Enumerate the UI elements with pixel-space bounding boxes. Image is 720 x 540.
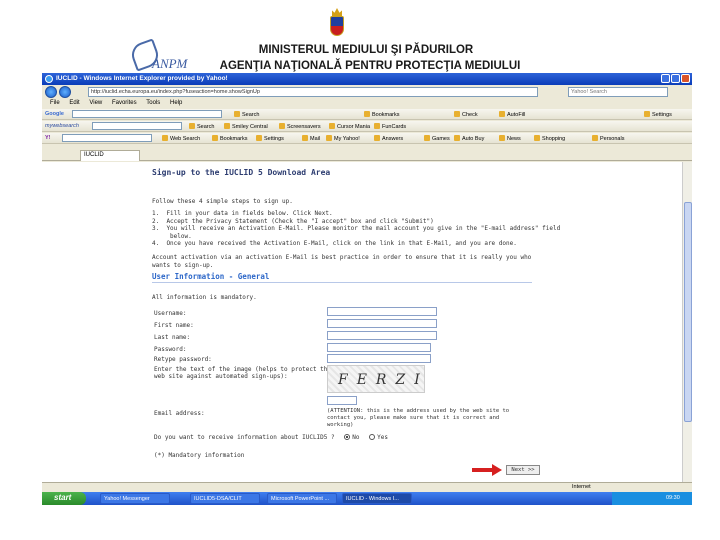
- mywebsearch-search-button[interactable]: Search: [187, 123, 216, 130]
- email-label: Email address:: [154, 410, 205, 417]
- next-button[interactable]: Next >>: [506, 465, 540, 475]
- smiley-central-button[interactable]: Smiley Central: [222, 123, 270, 130]
- forward-button[interactable]: [59, 86, 71, 98]
- search-input[interactable]: Yahoo! Search: [568, 87, 668, 97]
- google-settings-button[interactable]: Settings: [642, 111, 674, 118]
- mywebsearch-toolbar: mywebsearch Search Smiley Central Screen…: [42, 121, 692, 132]
- address-bar-row: http://iuclid.echa.europa.eu/index.php?f…: [42, 85, 692, 99]
- ie-icon: [45, 75, 53, 83]
- tab-strip: IUCLID: [42, 149, 692, 161]
- captcha-field[interactable]: [327, 396, 357, 405]
- google-bookmarks-button[interactable]: Bookmarks: [362, 111, 402, 118]
- screensavers-button[interactable]: Screensavers: [277, 123, 323, 130]
- username-label: Username:: [154, 310, 187, 317]
- yahoo-bookmarks-button[interactable]: Bookmarks: [210, 135, 250, 142]
- google-search-button[interactable]: Search: [232, 111, 261, 118]
- first-name-label: First name:: [154, 322, 194, 329]
- yahoo-logo-icon: Y!: [45, 135, 51, 141]
- ministry-title: MINISTERUL MEDIULUI ŞI PĂDURILOR: [258, 44, 474, 56]
- cursor-mania-button[interactable]: Cursor Mania: [327, 123, 372, 130]
- taskbar-item-iuclid-ie[interactable]: IUCLID - Windows I...: [342, 493, 412, 504]
- system-tray-clock: 09:30: [612, 492, 692, 505]
- newsletter-no-radio[interactable]: [344, 434, 351, 440]
- yahoo-shopping-button[interactable]: Shopping: [532, 135, 567, 142]
- yahoo-toolbar: Y! Web Search Bookmarks Settings Mail My…: [42, 133, 692, 144]
- internet-zone-label: Internet: [572, 484, 591, 490]
- yahoo-games-button[interactable]: Games: [422, 135, 452, 142]
- back-button[interactable]: [45, 86, 57, 98]
- vertical-scrollbar[interactable]: [682, 162, 692, 482]
- password-label: Password:: [154, 346, 187, 353]
- yahoo-settings-button[interactable]: Settings: [254, 135, 286, 142]
- menu-edit[interactable]: Edit: [69, 100, 79, 106]
- password-field[interactable]: [327, 343, 431, 352]
- red-arrow-annotation: [472, 464, 502, 476]
- windows-taskbar: start Yahoo! Messenger IUCLID5-DSA/CLIT …: [42, 492, 692, 505]
- newsletter-yes-radio[interactable]: [369, 434, 376, 440]
- maximize-button[interactable]: [671, 74, 680, 83]
- first-name-field[interactable]: [327, 319, 437, 328]
- menu-help[interactable]: Help: [170, 100, 182, 106]
- retype-password-label: Retype password:: [154, 356, 212, 363]
- activation-note: Account activation via an activation E-M…: [152, 254, 532, 269]
- mywebsearch-input[interactable]: [92, 122, 182, 130]
- minimize-button[interactable]: [661, 74, 670, 83]
- email-attention-note: (ATTENTION: this is the address used by …: [327, 408, 510, 428]
- funcards-button[interactable]: FunCards: [372, 123, 408, 130]
- agency-title: AGENŢIA NAŢIONALĂ PENTRU PROTECŢIA MEDIU…: [219, 60, 521, 72]
- start-button[interactable]: start: [42, 492, 86, 505]
- mandatory-note: All information is mandatory.: [152, 294, 257, 301]
- google-search-input[interactable]: [72, 110, 222, 118]
- address-input[interactable]: http://iuclid.echa.europa.eu/index.php?f…: [88, 87, 538, 97]
- close-button[interactable]: [681, 74, 690, 83]
- yahoo-web-search-button[interactable]: Web Search: [160, 135, 202, 142]
- menu-tools[interactable]: Tools: [146, 100, 160, 106]
- newsletter-question: Do you want to receive information about…: [154, 434, 388, 441]
- captcha-image: FERZI: [327, 365, 425, 393]
- yahoo-autobuy-button[interactable]: Auto Buy: [452, 135, 486, 142]
- romanian-coat-of-arms-icon: [328, 6, 346, 40]
- google-check-button[interactable]: Check: [452, 111, 480, 118]
- yahoo-search-input[interactable]: [62, 134, 152, 142]
- captcha-label-line1: Enter the text of the image (helps to pr…: [154, 366, 332, 373]
- username-field[interactable]: [327, 307, 437, 316]
- menu-view[interactable]: View: [89, 100, 102, 106]
- page-content: Sign-up to the IUCLID 5 Download Area Fo…: [42, 162, 682, 482]
- page-title: Sign-up to the IUCLID 5 Download Area: [152, 168, 331, 177]
- steps-list: 1. Fill in your data in fields below. Cl…: [152, 210, 561, 247]
- taskbar-item-powerpoint[interactable]: Microsoft PowerPoint ...: [267, 493, 337, 504]
- retype-password-field[interactable]: [327, 354, 431, 363]
- window-title-bar: IUCLID - Windows Internet Explorer provi…: [42, 73, 692, 85]
- yahoo-news-button[interactable]: News: [497, 135, 523, 142]
- section-title: User Information - General: [152, 272, 270, 281]
- taskbar-item-messenger[interactable]: Yahoo! Messenger: [100, 493, 170, 504]
- menu-favorites[interactable]: Favorites: [112, 100, 137, 106]
- yahoo-answers-button[interactable]: Answers: [372, 135, 405, 142]
- last-name-field[interactable]: [327, 331, 437, 340]
- yahoo-mail-button[interactable]: Mail: [300, 135, 322, 142]
- intro-text: Follow these 4 simple steps to sign up.: [152, 198, 293, 205]
- signup-form: Sign-up to the IUCLID 5 Download Area Fo…: [152, 162, 572, 482]
- google-toolbar: Google Search Bookmarks Check AutoFill S…: [42, 109, 692, 120]
- status-bar: Internet: [42, 482, 692, 492]
- google-autofill-button[interactable]: AutoFill: [497, 111, 527, 118]
- section-divider: [152, 282, 532, 283]
- tab-iuclid[interactable]: IUCLID: [80, 150, 140, 161]
- captcha-label-line2: web site against automated sign-ups):: [154, 373, 288, 380]
- yahoo-personals-button[interactable]: Personals: [590, 135, 626, 142]
- browser-screenshot: IUCLID - Windows Internet Explorer provi…: [42, 73, 692, 505]
- mandatory-footnote: (*) Mandatory information: [154, 452, 245, 459]
- menu-file[interactable]: File: [50, 100, 60, 106]
- google-logo: Google: [45, 111, 64, 117]
- last-name-label: Last name:: [154, 334, 191, 341]
- my-yahoo-button[interactable]: My Yahoo!: [324, 135, 362, 142]
- taskbar-item-iuclid-doc[interactable]: IUCLID5-DSA/CLIT: [190, 493, 260, 504]
- menu-bar: File Edit View Favorites Tools Help: [42, 100, 692, 109]
